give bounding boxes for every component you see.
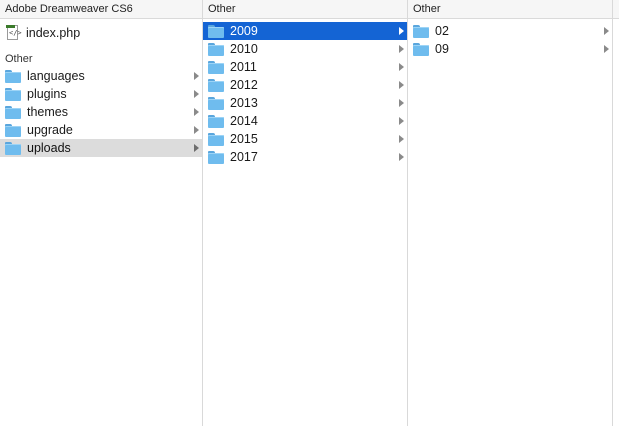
folder-item-2009[interactable]: 2009 [203,22,407,40]
column-3: Other 02 09 [408,0,613,426]
folder-icon [208,78,224,92]
folder-item-languages[interactable]: languages [0,67,202,85]
folder-icon [208,132,224,146]
folder-item-2012[interactable]: 2012 [203,76,407,94]
column-header: Other [408,0,612,19]
column-2: Other 2009 2010 2011 2012 2013 2014 2015 2017 [203,0,408,426]
folder-item-label: upgrade [27,123,73,137]
disclosure-arrow-icon [397,130,405,148]
folder-item-09[interactable]: 09 [408,40,612,58]
empty-column-area [613,0,619,426]
folder-item-label: 2013 [230,96,258,110]
folder-item-uploads[interactable]: uploads [0,139,202,157]
folder-item-label: 2015 [230,132,258,146]
column-2-items: 2009 2010 2011 2012 2013 2014 2015 2017 [203,22,407,166]
folder-icon [208,60,224,74]
section-label: Other [5,53,33,65]
folder-icon [5,87,21,101]
folder-icon [208,42,224,56]
php-file-icon: </> [6,25,22,41]
column-header: Other [203,0,407,19]
column-1: Adobe Dreamweaver CS6 </> index.php Othe… [0,0,203,426]
folder-item-label: uploads [27,141,71,155]
disclosure-arrow-icon [192,67,200,85]
folder-icon [208,96,224,110]
folder-item-label: 09 [435,42,449,56]
folder-item-label: 2012 [230,78,258,92]
folder-item-label: themes [27,105,68,119]
folder-item-2015[interactable]: 2015 [203,130,407,148]
folder-item-2014[interactable]: 2014 [203,112,407,130]
folder-item-2010[interactable]: 2010 [203,40,407,58]
folder-icon [413,24,429,38]
disclosure-arrow-icon [397,148,405,166]
disclosure-arrow-icon [192,85,200,103]
folder-icon [5,123,21,137]
file-item-label: index.php [26,26,81,40]
folder-icon [208,114,224,128]
disclosure-arrow-icon [602,40,610,58]
folder-item-label: 2009 [230,24,258,38]
folder-item-label: 2014 [230,114,258,128]
folder-item-2011[interactable]: 2011 [203,58,407,76]
folder-item-plugins[interactable]: plugins [0,85,202,103]
folder-item-label: 2011 [230,60,257,74]
folder-item-2017[interactable]: 2017 [203,148,407,166]
folder-item-label: 02 [435,24,449,38]
disclosure-arrow-icon [397,40,405,58]
disclosure-arrow-icon [397,94,405,112]
empty-column-header [613,0,619,19]
folder-item-label: 2010 [230,42,258,56]
folder-item-label: 2017 [230,150,258,164]
disclosure-arrow-icon [192,139,200,157]
disclosure-arrow-icon [397,22,405,40]
folder-item-2013[interactable]: 2013 [203,94,407,112]
column-1-items: languages plugins themes upgrade uploads [0,67,202,157]
file-item-index-php[interactable]: </> index.php [0,23,202,43]
disclosure-arrow-icon [192,103,200,121]
column-3-items: 02 09 [408,22,612,58]
disclosure-arrow-icon [397,58,405,76]
folder-icon [5,69,21,83]
folder-icon [5,141,21,155]
column-browser: Adobe Dreamweaver CS6 </> index.php Othe… [0,0,619,426]
folder-item-02[interactable]: 02 [408,22,612,40]
disclosure-arrow-icon [397,112,405,130]
column-header: Adobe Dreamweaver CS6 [0,0,202,19]
folder-item-label: languages [27,69,85,83]
disclosure-arrow-icon [192,121,200,139]
folder-icon [413,42,429,56]
disclosure-arrow-icon [602,22,610,40]
folder-item-upgrade[interactable]: upgrade [0,121,202,139]
folder-icon [5,105,21,119]
folder-item-themes[interactable]: themes [0,103,202,121]
folder-icon [208,24,224,38]
disclosure-arrow-icon [397,76,405,94]
folder-icon [208,150,224,164]
folder-item-label: plugins [27,87,67,101]
